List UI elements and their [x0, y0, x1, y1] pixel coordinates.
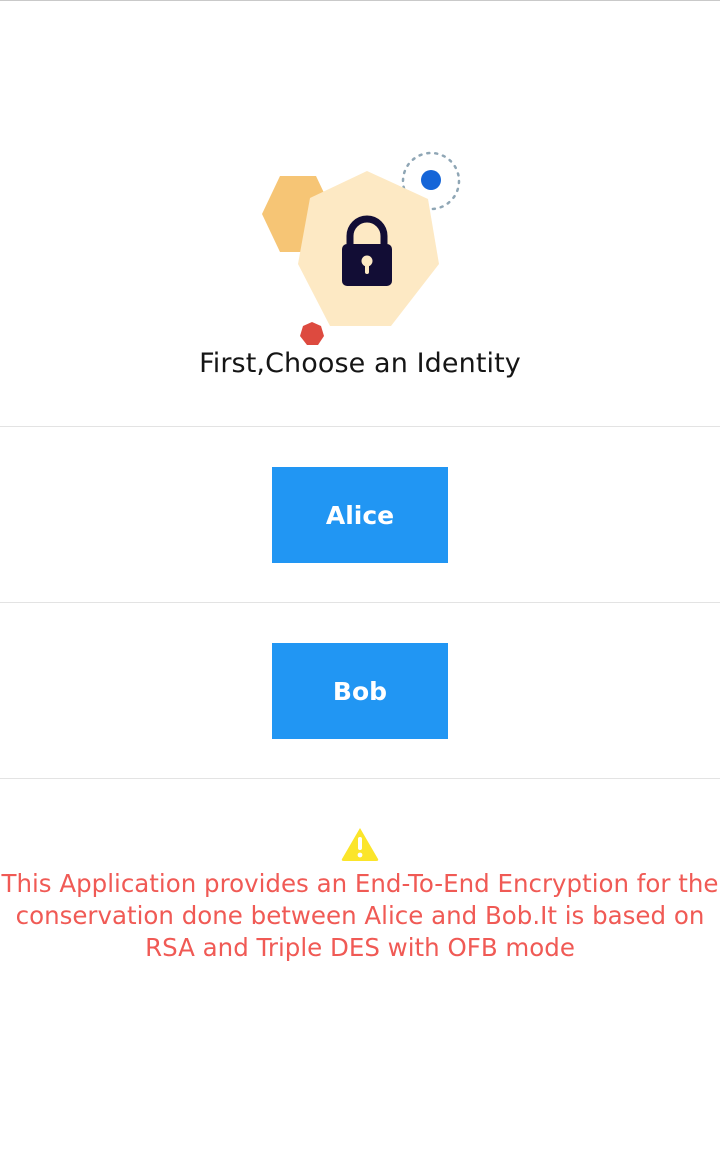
blue-dot-shape: [421, 170, 441, 190]
divider: [0, 426, 720, 427]
red-hexagon-shape: [300, 322, 324, 345]
warning-icon: [340, 826, 380, 862]
divider: [0, 778, 720, 779]
top-border: [0, 0, 720, 1]
alice-button[interactable]: Alice: [272, 467, 448, 563]
screen: First,Choose an Identity Alice Bob This …: [0, 0, 720, 1160]
divider: [0, 602, 720, 603]
lock-illustration: [240, 140, 480, 360]
encryption-notice: This Application provides an End-To-End …: [1, 869, 719, 962]
page-title: First,Choose an Identity: [199, 348, 521, 379]
bob-button[interactable]: Bob: [272, 643, 448, 739]
